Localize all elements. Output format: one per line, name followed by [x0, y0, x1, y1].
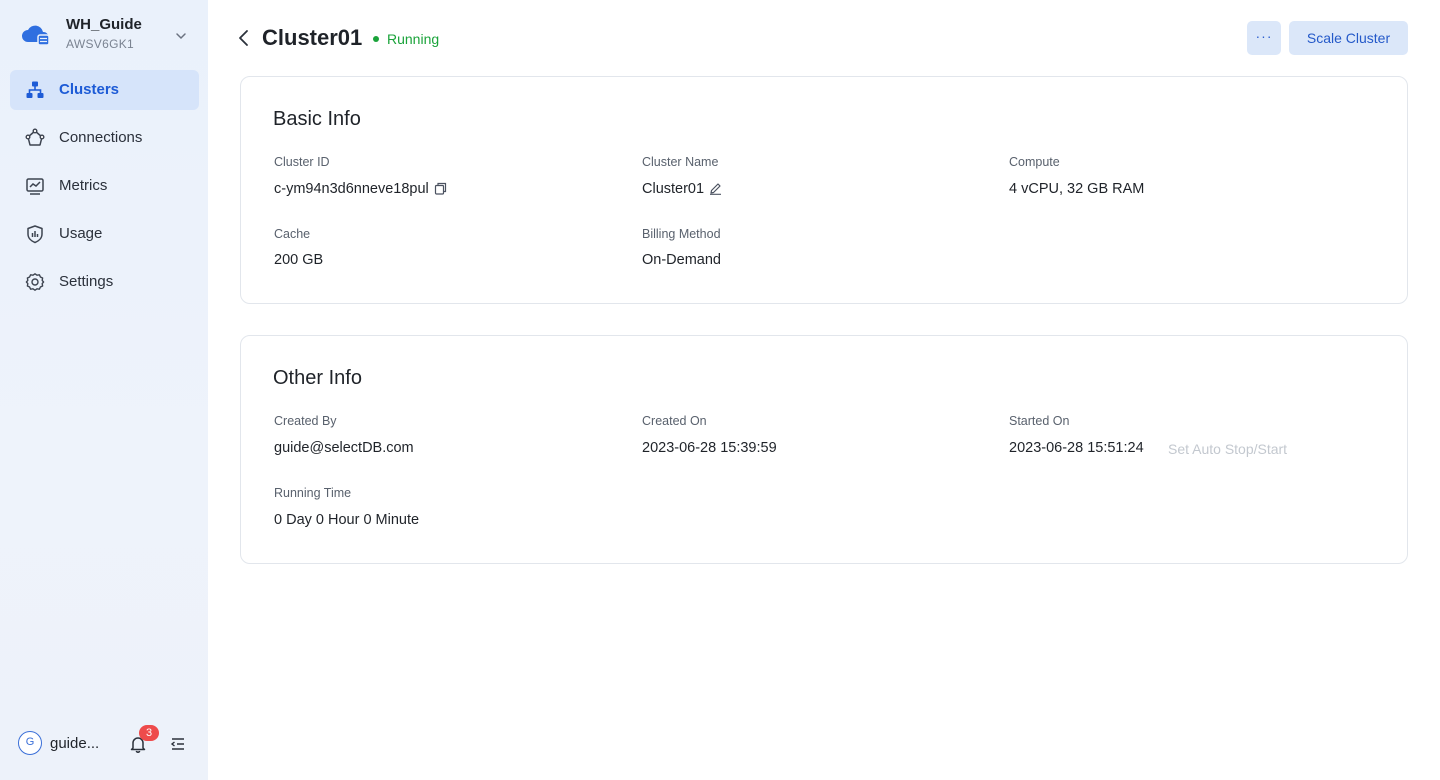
field-label-created-by: Created By [274, 414, 337, 428]
more-actions-button[interactable]: ··· [1247, 21, 1281, 55]
cluster-id-text: c-ym94n3d6nneve18pul [274, 181, 429, 197]
field-label-running-time: Running Time [274, 486, 352, 500]
sidebar-item-usage[interactable]: Usage [10, 214, 199, 254]
back-arrow-icon[interactable] [236, 29, 252, 47]
user-name[interactable]: guide... [50, 735, 99, 752]
other-info-card: Other Info Created By guide@selectDB.com… [240, 335, 1408, 564]
field-value-cluster-name: Cluster01 [642, 181, 722, 197]
sidebar-item-label: Metrics [59, 177, 108, 194]
scale-cluster-button[interactable]: Scale Cluster [1289, 21, 1408, 55]
avatar[interactable]: G [18, 731, 42, 755]
metrics-icon [26, 178, 44, 195]
cluster-name-text: Cluster01 [642, 181, 705, 197]
field-label-cache: Cache [274, 227, 311, 241]
field-label-billing-method: Billing Method [642, 227, 721, 241]
sidebar-item-metrics[interactable]: Metrics [10, 166, 199, 206]
field-value-cache: 200 GB [274, 252, 324, 268]
field-label-started-on: Started On [1009, 414, 1070, 428]
field-label-created-on: Created On [642, 414, 707, 428]
workspace-id: AWSV6GK1 [66, 37, 134, 51]
field-label-compute: Compute [1009, 155, 1060, 169]
page-title: Cluster01 [262, 25, 363, 50]
notification-badge: 3 [139, 725, 159, 741]
basic-info-card: Basic Info Cluster ID c-ym94n3d6nneve18p… [240, 76, 1408, 304]
status-badge: Running [387, 31, 440, 47]
section-title: Basic Info [273, 108, 361, 130]
usage-icon [27, 225, 43, 244]
clusters-icon [26, 81, 44, 98]
gear-icon [25, 273, 45, 291]
sidebar-item-label: Connections [59, 129, 143, 146]
sidebar-item-label: Usage [59, 225, 103, 242]
cloud-database-icon [22, 25, 50, 46]
field-value-compute: 4 vCPU, 32 GB RAM [1009, 181, 1145, 197]
field-label-cluster-name: Cluster Name [642, 155, 719, 169]
edit-icon[interactable] [709, 182, 722, 195]
field-label-cluster-id: Cluster ID [274, 155, 330, 169]
connections-icon [25, 128, 45, 146]
set-auto-stop-start-link[interactable]: Set Auto Stop/Start [1168, 441, 1287, 457]
workspace-name: WH_Guide [66, 16, 142, 33]
sidebar-item-label: Settings [59, 273, 114, 290]
field-value-created-by: guide@selectDB.com [274, 440, 414, 456]
collapse-sidebar-icon[interactable] [170, 736, 186, 752]
sidebar: WH_Guide AWSV6GK1 Clusters Connections M… [0, 0, 208, 780]
field-value-running-time: 0 Day 0 Hour 0 Minute [274, 512, 420, 528]
section-title: Other Info [273, 367, 362, 389]
sidebar-item-connections[interactable]: Connections [10, 118, 199, 158]
workspace-switcher[interactable]: WH_Guide AWSV6GK1 [0, 0, 208, 70]
field-value-billing-method: On-Demand [642, 252, 721, 268]
sidebar-item-settings[interactable]: Settings [10, 262, 199, 302]
field-value-started-on: 2023-06-28 15:51:24 [1009, 440, 1144, 456]
sidebar-item-label: Clusters [59, 81, 120, 98]
copy-icon[interactable] [434, 182, 447, 195]
field-value-created-on: 2023-06-28 15:39:59 [642, 440, 777, 456]
status-dot [373, 36, 379, 42]
chevron-down-icon[interactable] [174, 29, 188, 43]
sidebar-item-clusters[interactable]: Clusters [10, 70, 199, 110]
field-value-cluster-id: c-ym94n3d6nneve18pul [274, 181, 447, 197]
